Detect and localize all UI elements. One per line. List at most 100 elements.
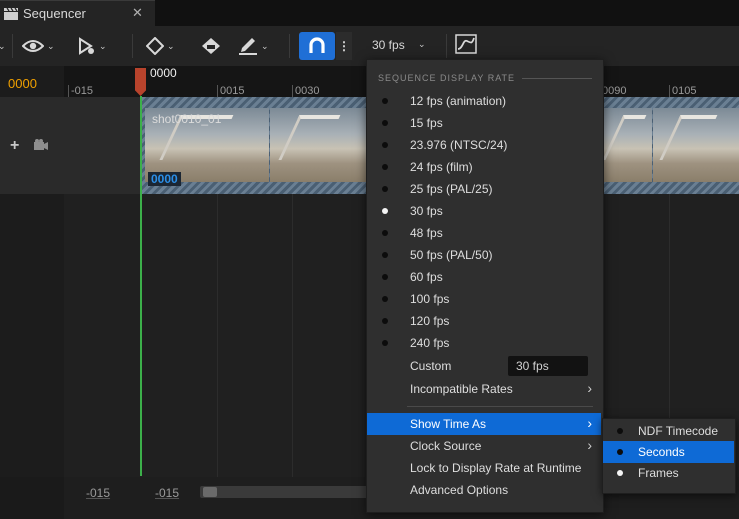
radio-dot-icon [617,470,623,476]
playhead-handle[interactable] [135,68,146,96]
curve-editor-icon [455,34,477,54]
chevron-down-icon: ⌄ [261,40,269,51]
chevron-right-icon: › [587,415,592,431]
menu-item-rate[interactable]: 12 fps (animation) [367,90,601,112]
ruler-tick [292,85,293,97]
radio-dot-icon [382,208,388,214]
eye-icon [22,40,44,52]
menu-item-rate[interactable]: 240 fps [367,332,601,354]
playhead-line [140,96,142,476]
edit-mode-button[interactable]: ⌄ [238,36,269,56]
menu-heading: SEQUENCE DISPLAY RATE [378,73,516,83]
scrollbar-thumb[interactable] [203,487,217,497]
menu-item-rate[interactable]: 60 fps [367,266,601,288]
magnet-icon [309,37,325,53]
horizontal-scrollbar[interactable] [200,486,370,498]
radio-dot-icon [617,449,623,455]
bottom-bar-left [0,477,64,519]
submenu-item-frames[interactable]: Frames [603,462,734,484]
menu-item-rate[interactable]: 24 fps (film) [367,156,601,178]
tab-title: Sequencer [23,6,86,21]
submenu-item-ndf-timecode[interactable]: NDF Timecode [603,420,734,442]
menu-item-rate[interactable]: 50 fps (PAL/50) [367,244,601,266]
camera-icon[interactable] [34,139,48,150]
shot-frame-number: 0000 [148,172,181,186]
radio-dot-icon [382,252,388,258]
shot-thumbnail [653,108,739,182]
chevron-down-icon: ⌄ [418,39,426,49]
close-icon[interactable]: ✕ [132,5,143,21]
toolbar-partial-chevron[interactable]: ⌄ [0,36,6,56]
ruler-label: 0015 [220,85,245,97]
chevron-right-icon: › [587,437,592,453]
radio-dot-icon [382,164,388,170]
snap-toggle-button[interactable] [299,32,335,60]
ruler-tick [669,85,670,97]
custom-rate-field[interactable]: 30 fps [508,356,588,376]
view-range-start[interactable]: -015 [86,486,110,500]
menu-item-rate[interactable]: 100 fps [367,288,601,310]
view-options-button[interactable]: ⌄ [22,36,55,56]
playhead-time-label: 0000 [150,66,177,80]
diamond-icon [146,37,164,55]
menu-item-lock-display-rate[interactable]: Lock to Display Rate at Runtime [367,457,601,479]
radio-dot-icon [617,428,623,434]
menu-item-rate[interactable]: 25 fps (PAL/25) [367,178,601,200]
ruler-tick [68,85,69,97]
radio-dot-icon [382,120,388,126]
radio-dot-icon [382,186,388,192]
radio-dot-icon [382,296,388,302]
toolbar-divider [132,34,133,58]
menu-item-rate[interactable]: 48 fps [367,222,601,244]
ruler-label: 0030 [295,85,320,97]
menu-item-rate-selected[interactable]: 30 fps [367,200,601,222]
grid-line [292,194,293,477]
play-gear-icon [79,37,94,55]
radio-dot-icon [382,274,388,280]
ruler-label: 0090 [602,85,627,97]
radio-dot-icon [382,340,388,346]
key-options-button[interactable]: ⌄ [146,36,175,56]
ruler-label: 0105 [672,85,697,97]
tab-sequencer[interactable]: Sequencer ✕ [0,0,155,26]
chevron-down-icon: ⌄ [99,40,107,51]
ruler-tick [217,85,218,97]
display-rate-value: 30 fps [372,38,405,52]
submenu-item-seconds[interactable]: Seconds [603,441,734,463]
menu-item-clock-source[interactable]: Clock Source › [367,435,601,457]
radio-dot-icon [382,318,388,324]
shot-thumbnail [603,108,652,182]
ruler-label: -015 [71,85,94,97]
menu-item-rate[interactable]: 23.976 (NTSC/24) [367,134,601,156]
pencil-icon [239,38,257,55]
menu-item-advanced-options[interactable]: Advanced Options [367,479,601,501]
radio-dot-icon [382,142,388,148]
key-lock-icon [202,38,220,54]
curve-editor-button[interactable] [455,34,483,58]
menu-item-show-time-as[interactable]: Show Time As › [367,413,601,435]
chevron-right-icon: › [587,380,592,396]
grid-line [217,194,218,477]
chevron-down-icon: ⌄ [47,40,55,51]
shot-thumbnail [270,108,366,182]
toolbar-divider [12,34,13,58]
menu-item-rate[interactable]: 120 fps [367,310,601,332]
playback-options-button[interactable]: ⌄ [76,36,107,56]
menu-item-incompatible-rates[interactable]: Incompatible Rates › [367,378,601,400]
radio-dot-icon [382,230,388,236]
snap-options-button[interactable]: ⋮ [336,32,352,60]
toolbar-divider [289,34,290,58]
menu-divider [522,78,592,79]
shot-name: shot0010_01 [152,112,222,126]
current-time-readout[interactable]: 0000 [8,76,37,91]
clapper-icon [4,8,18,20]
display-rate-dropdown[interactable]: 30 fps ⌄ [362,32,438,60]
menu-divider [407,406,593,407]
view-range-end[interactable]: -015 [155,486,179,500]
chevron-down-icon: ⌄ [167,40,175,51]
toolbar-divider [446,34,447,58]
key-interpolation-button[interactable] [201,36,221,56]
add-icon[interactable]: + [10,137,19,155]
menu-item-rate[interactable]: 15 fps [367,112,601,134]
radio-dot-icon [382,98,388,104]
